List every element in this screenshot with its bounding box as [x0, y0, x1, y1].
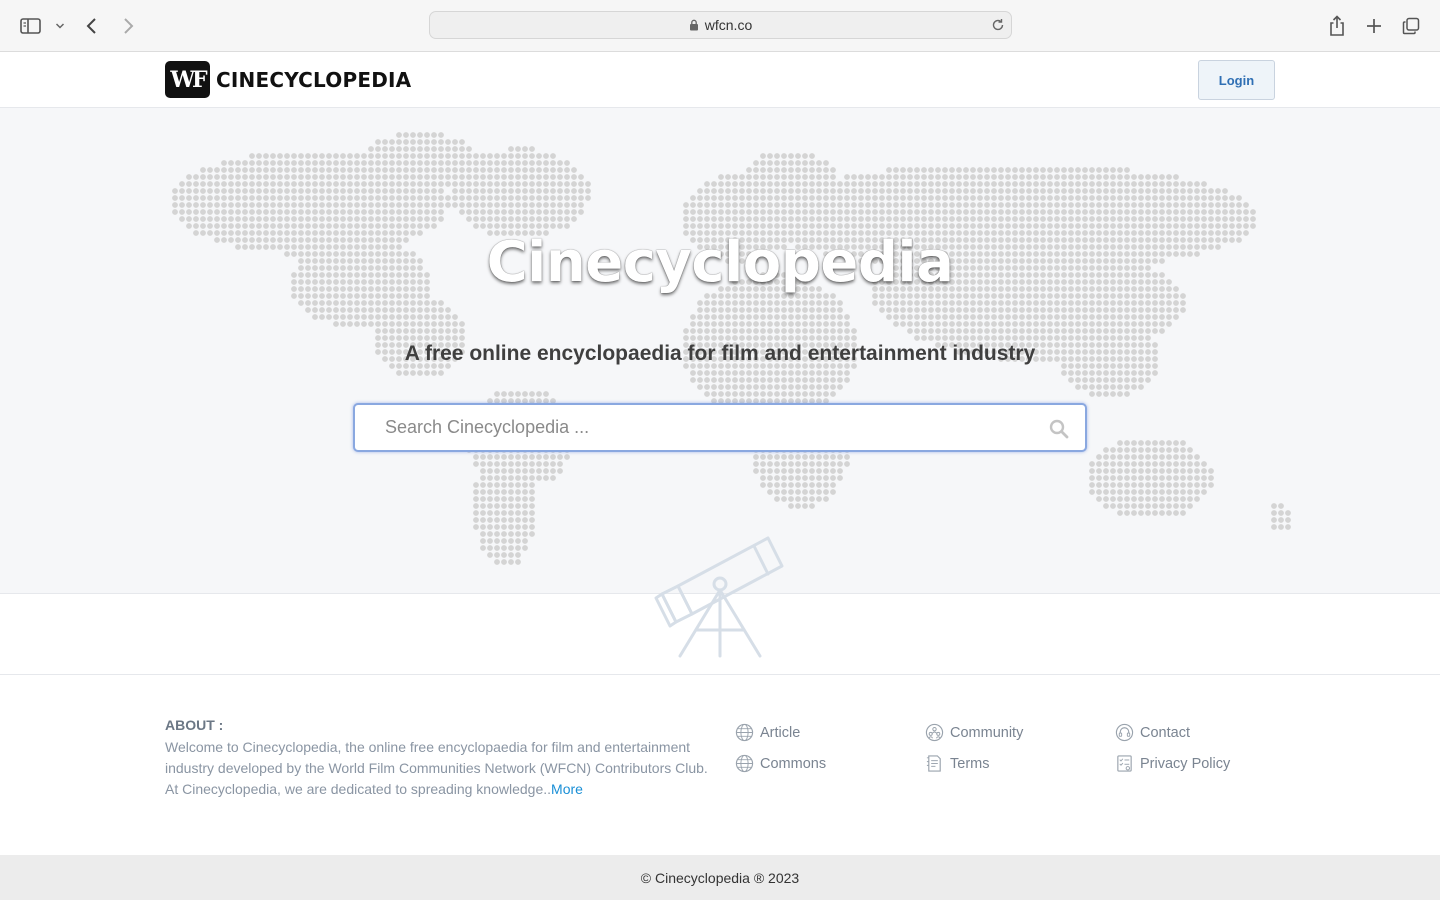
tabs-overview-icon[interactable] [1400, 12, 1422, 40]
about-title: ABOUT : [165, 717, 224, 733]
footer-link-label: Privacy Policy [1140, 755, 1231, 772]
search-input[interactable] [385, 405, 1025, 450]
footer-link-commons[interactable]: Commons [735, 754, 826, 773]
login-button[interactable]: Login [1198, 60, 1275, 100]
footer-link-label: Article [760, 724, 801, 741]
footer-link-article[interactable]: Article [735, 723, 800, 742]
site-header: WF CINECYCLOPEDIA Login [0, 53, 1440, 108]
forward-icon[interactable] [118, 12, 138, 40]
search-icon[interactable] [1047, 417, 1071, 441]
lock-icon [689, 19, 699, 31]
site-logo[interactable]: WF CINECYCLOPEDIA [165, 61, 411, 98]
globe-icon [735, 754, 754, 773]
checklist-icon [1117, 755, 1132, 772]
site-footer: ABOUT : Welcome to Cinecyclopedia, the o… [0, 674, 1440, 855]
logo-text: CINECYCLOPEDIA [216, 67, 412, 92]
hero-section: Cinecyclopedia A free online encyclopaed… [0, 108, 1440, 594]
community-icon [925, 723, 944, 742]
footer-link-label: Terms [950, 755, 990, 772]
headset-icon [1115, 723, 1134, 742]
reload-icon[interactable] [991, 18, 1005, 32]
globe-icon [735, 723, 754, 742]
sidebar-toggle-icon[interactable] [18, 12, 44, 40]
new-tab-icon[interactable] [1363, 12, 1385, 40]
about-section: ABOUT : Welcome to Cinecyclopedia, the o… [165, 717, 710, 800]
footer-link-label: Commons [760, 755, 827, 772]
address-bar[interactable]: wfcn.co [429, 11, 1012, 39]
footer-link-terms[interactable]: Terms [925, 754, 989, 773]
hero-subtitle: A free online encyclopaedia for film and… [404, 342, 1036, 365]
footer-link-label: Contact [1140, 724, 1190, 741]
footer-link-community[interactable]: Community [925, 723, 1023, 742]
share-icon[interactable] [1326, 12, 1348, 40]
document-icon [926, 755, 941, 772]
back-icon[interactable] [82, 12, 102, 40]
search-box [353, 403, 1087, 452]
logo-mark: WF [165, 61, 210, 98]
footer-link-privacy-policy[interactable]: Privacy Policy [1115, 754, 1230, 773]
hero-title: Cinecyclopedia [486, 230, 954, 295]
url-text: wfcn.co [704, 17, 753, 33]
copyright: © Cinecyclopedia ® 2023 [0, 855, 1440, 900]
chevron-down-icon[interactable] [52, 12, 68, 40]
about-body: Welcome to Cinecyclopedia, the online fr… [165, 739, 708, 797]
footer-link-label: Community [950, 724, 1024, 741]
about-more-link[interactable]: More [551, 781, 583, 797]
browser-toolbar: wfcn.co [0, 0, 1440, 52]
footer-link-contact[interactable]: Contact [1115, 723, 1190, 742]
telescope-icon [654, 536, 784, 658]
about-text: Welcome to Cinecyclopedia, the online fr… [165, 737, 710, 800]
